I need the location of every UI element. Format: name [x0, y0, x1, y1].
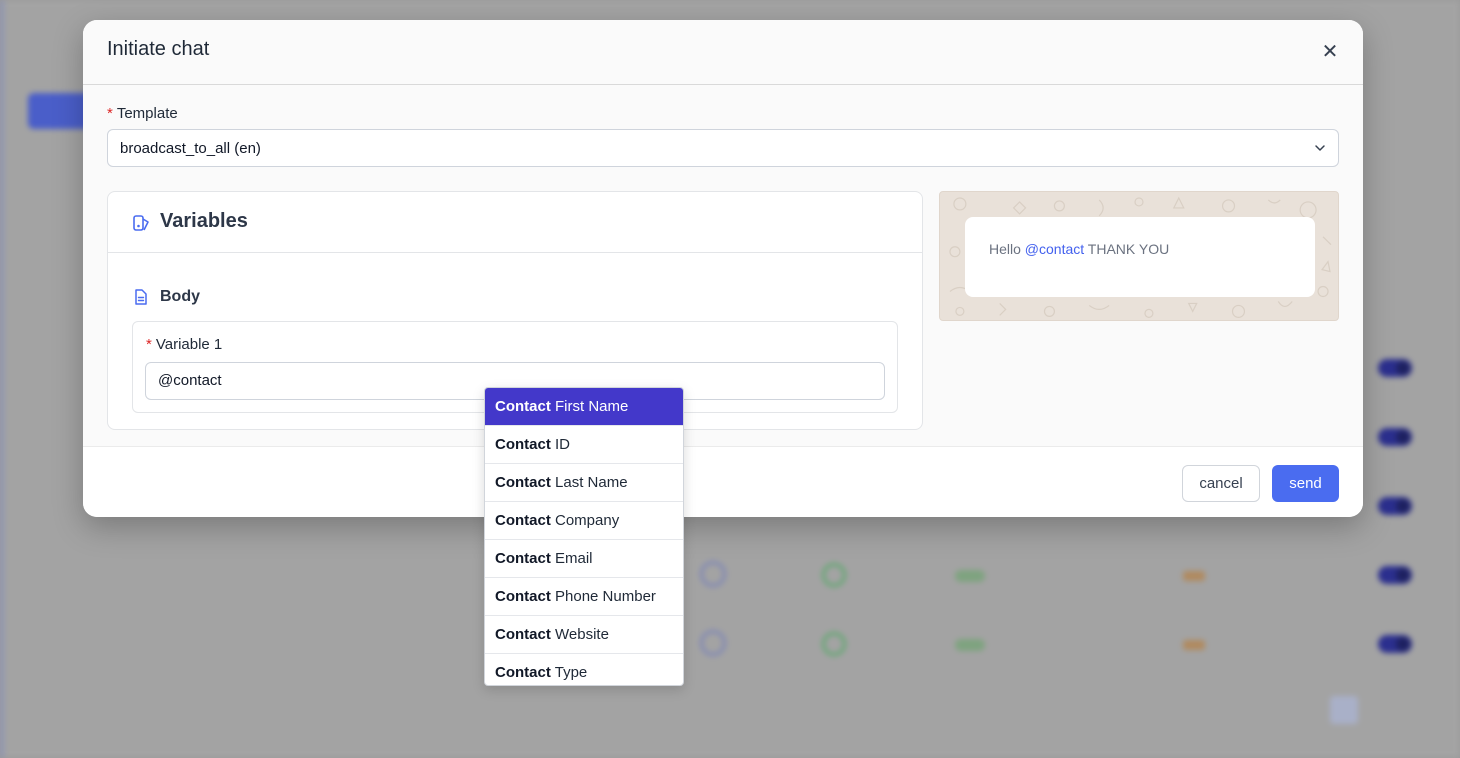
dropdown-item-bold: Contact [495, 398, 551, 415]
dropdown-item-text: ID [550, 436, 571, 453]
template-label-text: Template [116, 105, 178, 122]
variable-1-label: * Variable 1 [146, 336, 222, 353]
background-status-pill [955, 639, 985, 651]
variables-icon [133, 215, 149, 231]
background-status-pill [955, 570, 985, 582]
template-label: * Template [107, 105, 178, 122]
dropdown-item-contact-company[interactable]: Contact Company [485, 502, 683, 540]
preview-bubble: Hello @contact THANK YOU [965, 217, 1315, 297]
background-toggle [1378, 359, 1412, 377]
background-toggle [1378, 428, 1412, 446]
background-badge [1183, 640, 1205, 650]
dropdown-item-text: Type [550, 664, 588, 681]
background-whatsapp-icon [822, 563, 846, 587]
modal-footer: cancel send [83, 446, 1363, 517]
dropdown-item-bold: Contact [495, 550, 551, 567]
preview-mention: @contact [1024, 241, 1085, 257]
background-whatsapp-icon [822, 632, 846, 656]
variables-header: Variables [108, 192, 922, 253]
dropdown-item-contact-last-name[interactable]: Contact Last Name [485, 464, 683, 502]
required-mark: * [107, 105, 113, 122]
mention-dropdown: Contact First Name Contact ID Contact La… [484, 387, 684, 686]
required-mark: * [146, 336, 152, 353]
dropdown-item-contact-website[interactable]: Contact Website [485, 616, 683, 654]
dropdown-item-bold: Contact [495, 626, 551, 643]
background-page-active [1330, 696, 1358, 724]
dropdown-item-contact-phone-number[interactable]: Contact Phone Number [485, 578, 683, 616]
dropdown-item-contact-email[interactable]: Contact Email [485, 540, 683, 578]
dropdown-item-text: First Name [550, 398, 629, 415]
modal-title: Initiate chat [107, 38, 210, 60]
preview-prefix: Hello [989, 241, 1025, 257]
dropdown-item-bold: Contact [495, 512, 551, 529]
close-icon[interactable]: ✕ [1321, 41, 1339, 61]
cancel-button[interactable]: cancel [1182, 465, 1260, 502]
dropdown-item-text: Phone Number [550, 588, 656, 605]
dropdown-item-bold: Contact [495, 436, 551, 453]
background-toggle [1378, 635, 1412, 653]
dropdown-item-text: Email [550, 550, 593, 567]
document-icon [135, 289, 147, 305]
background-toggle [1378, 566, 1412, 584]
background-avatar-icon [700, 561, 726, 587]
background-toggle [1378, 497, 1412, 515]
dropdown-item-contact-id[interactable]: Contact ID [485, 426, 683, 464]
dropdown-item-text: Last Name [550, 474, 628, 491]
background-sidebar-edge [0, 0, 4, 758]
dropdown-item-bold: Contact [495, 588, 551, 605]
background-badge [1183, 571, 1205, 581]
template-select[interactable]: broadcast_to_all (en) [107, 129, 1339, 167]
dropdown-item-text: Website [550, 626, 609, 643]
modal-body: * Template broadcast_to_all (en) Variable… [83, 85, 1363, 446]
variables-title: Variables [160, 210, 248, 232]
dropdown-item-bold: Contact [495, 664, 551, 681]
variable-1-label-text: Variable 1 [155, 336, 223, 353]
chevron-down-icon [1315, 145, 1325, 151]
body-title: Body [160, 288, 200, 305]
message-preview: Hello @contact THANK YOU [939, 191, 1339, 321]
dropdown-item-contact-type[interactable]: Contact Type [485, 654, 683, 685]
dropdown-item-contact-first-name[interactable]: Contact First Name [485, 388, 683, 426]
send-button[interactable]: send [1272, 465, 1339, 502]
template-selected-value: broadcast_to_all (en) [120, 140, 261, 157]
dropdown-item-bold: Contact [495, 474, 551, 491]
initiate-chat-modal: Initiate chat ✕ * Template broadcast_to_a… [83, 20, 1363, 517]
background-avatar-icon [700, 630, 726, 656]
preview-suffix: THANK YOU [1084, 241, 1170, 257]
dropdown-item-text: Company [550, 512, 620, 529]
modal-header: Initiate chat ✕ [83, 20, 1363, 85]
